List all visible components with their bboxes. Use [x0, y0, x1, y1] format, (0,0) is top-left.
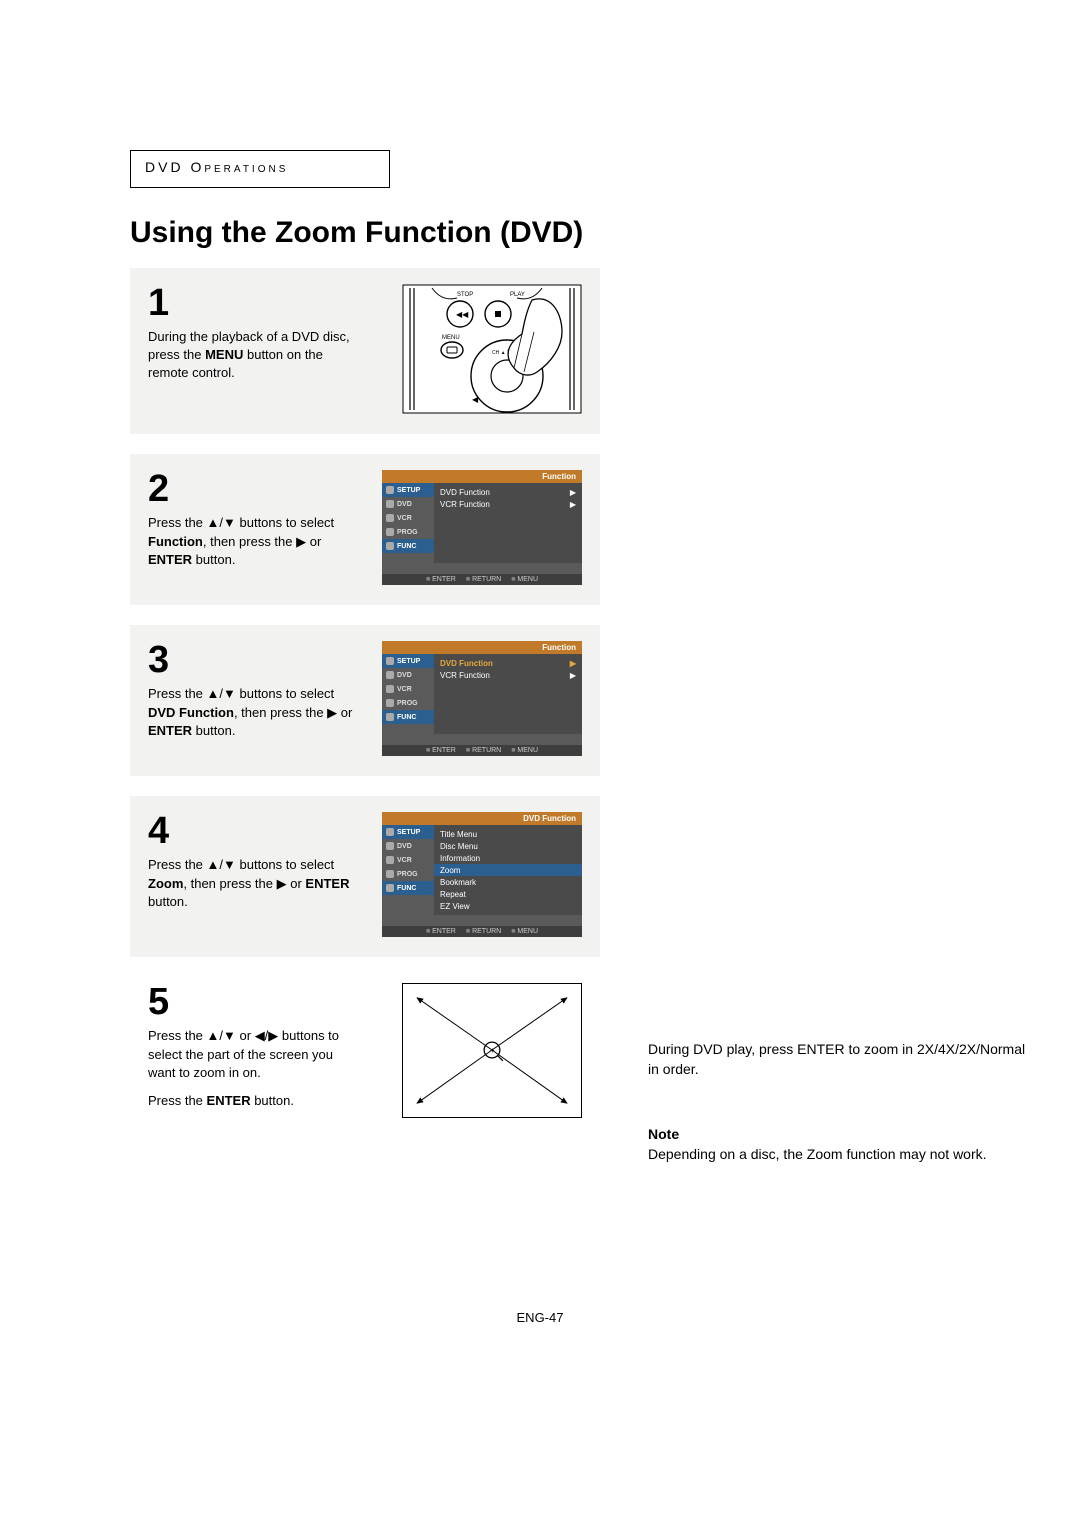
step-number: 4 — [148, 812, 358, 850]
up-down-icon: ▲/▼ — [207, 1027, 236, 1045]
osd-tab-setup: SETUP — [382, 654, 434, 668]
zoom-order-text: During DVD play, press ENTER to zoom in … — [648, 1040, 1038, 1079]
osd-row: DVD Function▶ — [440, 657, 576, 669]
remote-illustration: STOP PLAY ◀◀ MENU CH ▲ TRK ◀ — [402, 284, 582, 414]
osd-tab-setup: SETUP — [382, 483, 434, 497]
up-down-icon: ▲/▼ — [207, 685, 236, 703]
step-5: 5 Press the ▲/▼ or ◀/▶ buttons to select… — [130, 977, 600, 1118]
right-icon: ▶ — [327, 704, 337, 722]
osd-row: Information — [440, 852, 576, 864]
side-notes: During DVD play, press ENTER to zoom in … — [648, 1040, 1038, 1164]
osd-tab-vcr: VCR — [382, 853, 434, 867]
right-icon: ▶ — [296, 533, 306, 551]
section-header-box: DVD Operations — [130, 150, 390, 188]
step-text: During the playback of a DVD disc, press… — [148, 328, 358, 383]
osd-row: Disc Menu — [440, 840, 576, 852]
note-text: Depending on a disc, the Zoom function m… — [648, 1145, 1038, 1165]
svg-text:◀: ◀ — [472, 395, 479, 404]
step-text: Press the ▲/▼ buttons to select DVD Func… — [148, 685, 358, 741]
osd-menu: Function SETUP DVD VCR PROG FUNC DVD Fun… — [382, 470, 582, 585]
osd-tab-dvd: DVD — [382, 668, 434, 682]
step-text: Press the ▲/▼ buttons to select Function… — [148, 514, 358, 570]
section-label: DVD Operations — [145, 159, 288, 175]
step-number: 5 — [148, 983, 358, 1021]
osd-tab-vcr: VCR — [382, 682, 434, 696]
svg-text:MENU: MENU — [442, 335, 460, 341]
svg-text:◀◀: ◀◀ — [456, 310, 469, 319]
osd-row: DVD Function▶ — [440, 486, 576, 498]
osd-tab-prog: PROG — [382, 867, 434, 881]
osd-tab-func: FUNC — [382, 881, 434, 895]
step-number: 3 — [148, 641, 358, 679]
svg-text:STOP: STOP — [457, 292, 473, 298]
osd-row-highlighted: Zoom — [434, 864, 582, 876]
osd-row: EZ View — [440, 900, 576, 912]
osd-menu: Function SETUP DVD VCR PROG FUNC DVD Fun… — [382, 641, 582, 756]
osd-tab-prog: PROG — [382, 525, 434, 539]
osd-menu: DVD Function SETUP DVD VCR PROG FUNC Tit… — [382, 812, 582, 937]
osd-row: VCR Function▶ — [440, 498, 576, 510]
osd-tab-vcr: VCR — [382, 511, 434, 525]
note-label: Note — [648, 1126, 679, 1142]
osd-tab-prog: PROG — [382, 696, 434, 710]
up-down-icon: ▲/▼ — [207, 514, 236, 532]
osd-tab-func: FUNC — [382, 710, 434, 724]
osd-row: VCR Function▶ — [440, 669, 576, 681]
svg-text:+: + — [490, 1046, 495, 1055]
right-icon: ▶ — [277, 875, 287, 893]
osd-tab-setup: SETUP — [382, 825, 434, 839]
osd-tab-dvd: DVD — [382, 497, 434, 511]
step-3: 3 Press the ▲/▼ buttons to select DVD Fu… — [130, 625, 600, 776]
left-right-icon: ◀/▶ — [255, 1027, 279, 1045]
zoom-diagram: + — [402, 983, 582, 1118]
step-1: 1 During the playback of a DVD disc, pre… — [130, 268, 600, 434]
osd-row: Bookmark — [440, 876, 576, 888]
step-number: 2 — [148, 470, 358, 508]
osd-tab-dvd: DVD — [382, 839, 434, 853]
osd-row: Repeat — [440, 888, 576, 900]
svg-text:PLAY: PLAY — [510, 292, 525, 298]
page-number: ENG-47 — [0, 1310, 1080, 1325]
osd-tab-func: FUNC — [382, 539, 434, 553]
step-text: Press the ▲/▼ buttons to select Zoom, th… — [148, 856, 358, 912]
step-number: 1 — [148, 284, 358, 322]
up-down-icon: ▲/▼ — [207, 856, 236, 874]
step-text: Press the ▲/▼ or ◀/▶ buttons to select t… — [148, 1027, 358, 1110]
step-4: 4 Press the ▲/▼ buttons to select Zoom, … — [130, 796, 600, 957]
page-title: Using the Zoom Function (DVD) — [130, 216, 950, 250]
step-2: 2 Press the ▲/▼ buttons to select Functi… — [130, 454, 600, 605]
osd-row: Title Menu — [440, 828, 576, 840]
